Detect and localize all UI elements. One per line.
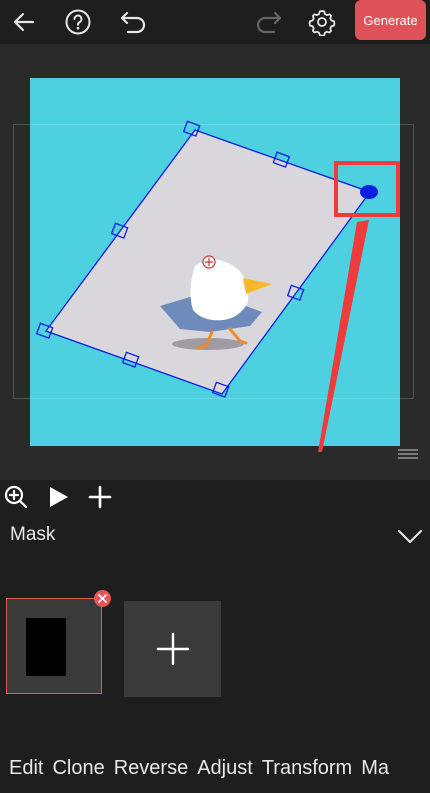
plus-icon — [88, 485, 112, 509]
gear-icon — [308, 10, 336, 36]
arrow-left-icon — [13, 12, 35, 32]
plus-icon — [156, 632, 189, 666]
top-toolbar: Generate — [0, 0, 430, 44]
mask-thumbnail-selected[interactable] — [6, 598, 102, 694]
drag-handle-icon — [398, 449, 418, 459]
mask-overlay — [35, 120, 400, 452]
back-button[interactable] — [4, 4, 44, 40]
pointer-arrow — [318, 220, 369, 452]
menu-item-transform[interactable]: Transform — [262, 757, 352, 780]
menu-item-mask[interactable]: Ma — [361, 757, 389, 780]
mask-list — [0, 560, 430, 740]
menu-item-adjust[interactable]: Adjust — [197, 757, 253, 780]
zoom-button[interactable] — [1, 482, 31, 512]
remove-mask-button[interactable] — [94, 590, 111, 607]
collapse-toggle[interactable] — [396, 524, 424, 548]
menu-item-edit[interactable]: Edit — [9, 757, 43, 780]
undo-button[interactable] — [114, 4, 154, 40]
mask-section-header: Mask — [0, 512, 430, 560]
close-icon — [98, 594, 107, 603]
mask-shape-preview — [26, 618, 66, 676]
play-button[interactable] — [43, 482, 73, 512]
settings-button[interactable] — [302, 4, 342, 40]
chevron-down-icon — [398, 530, 422, 543]
mask-handle-top-left-edge[interactable] — [182, 120, 201, 137]
add-button[interactable] — [85, 482, 115, 512]
menu-item-reverse[interactable]: Reverse — [114, 757, 188, 780]
menu-item-clone[interactable]: Clone — [52, 757, 104, 780]
zoom-in-icon — [4, 485, 28, 509]
generate-button[interactable]: Generate — [355, 0, 426, 40]
undo-icon — [120, 11, 146, 34]
bottom-menu: Edit Clone Reverse Adjust Transform Ma — [0, 745, 430, 793]
question-circle-icon — [65, 9, 91, 35]
add-mask-button[interactable] — [124, 601, 221, 697]
redo-button[interactable] — [248, 4, 288, 40]
redo-icon — [256, 11, 282, 34]
play-icon — [50, 487, 68, 507]
rotate-handle[interactable] — [360, 185, 378, 199]
help-button[interactable] — [58, 4, 98, 40]
section-title: Mask — [10, 524, 56, 545]
resize-handle[interactable] — [397, 447, 419, 459]
timeline-tools — [0, 480, 430, 512]
